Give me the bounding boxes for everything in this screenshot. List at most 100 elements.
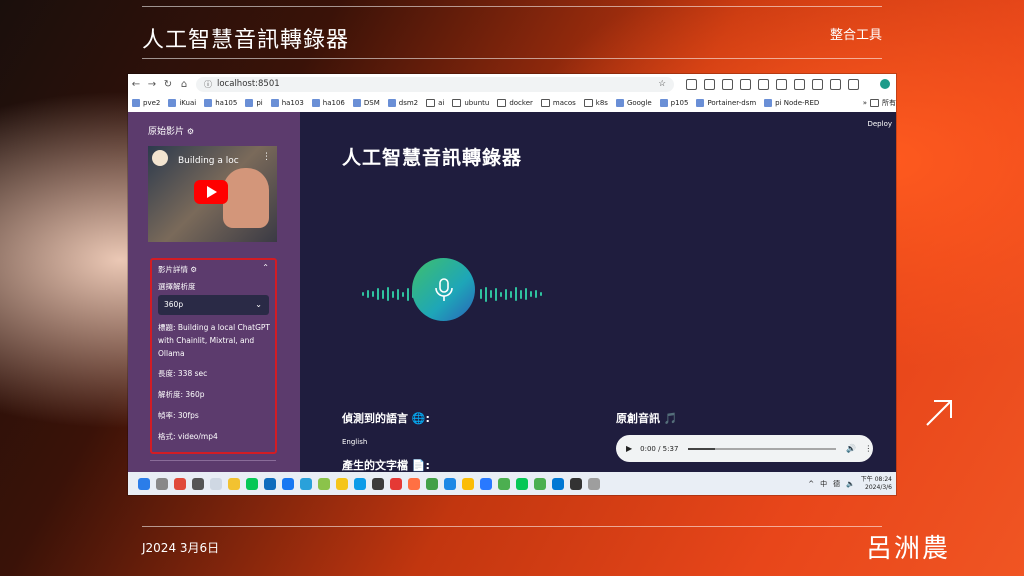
extension-icon[interactable]	[704, 78, 715, 90]
sidebar-divider	[150, 460, 276, 461]
vscode-icon[interactable]	[552, 477, 564, 490]
bookmark-folder[interactable]: ubuntu	[452, 99, 489, 107]
line-icon[interactable]	[246, 477, 258, 490]
app-icon[interactable]	[426, 477, 438, 490]
chrome-icon[interactable]	[462, 477, 474, 490]
extension-icon[interactable]	[794, 78, 805, 90]
sidebar-toggle-icon[interactable]	[848, 78, 859, 90]
deploy-button[interactable]: Deploy	[867, 120, 892, 128]
app-icon[interactable]	[480, 477, 492, 490]
video-title: Building a loc	[178, 156, 239, 166]
extension-icon[interactable]	[740, 78, 751, 90]
ime-indicator[interactable]: 德	[833, 479, 840, 489]
video-thumbnail-person	[223, 168, 269, 228]
app-icon[interactable]	[588, 477, 600, 490]
bookmark-item[interactable]: ha103	[270, 99, 304, 107]
file-explorer-icon[interactable]	[228, 477, 240, 490]
channel-avatar	[152, 150, 168, 166]
app-icon[interactable]	[498, 477, 510, 490]
windows-taskbar: ^ 中 德 🔈 下午 08:24 2024/3/6	[128, 472, 896, 495]
more-options-icon[interactable]: ⋮	[864, 444, 872, 453]
forward-icon[interactable]: →	[144, 79, 160, 90]
extension-icon[interactable]	[812, 78, 823, 90]
play-icon[interactable]: ▶	[626, 444, 632, 453]
app-icon[interactable]	[192, 477, 204, 490]
url-input[interactable]: ⓘ localhost:8501 ☆	[196, 76, 674, 92]
header-rule	[142, 58, 882, 59]
bookmark-item[interactable]: DSM	[352, 99, 380, 107]
edge-icon[interactable]	[354, 477, 366, 490]
start-icon[interactable]	[138, 477, 150, 490]
play-button[interactable]	[194, 180, 228, 204]
app-icon[interactable]	[390, 477, 402, 490]
bookmark-item[interactable]: ha105	[204, 99, 237, 107]
field-title: 標題: Building a local ChatGPT with Chainl…	[158, 323, 271, 358]
url-text: localhost:8501	[217, 79, 280, 89]
system-tray: ^ 中 德 🔈 下午 08:24 2024/3/6	[808, 476, 892, 492]
facebook-icon[interactable]	[282, 477, 294, 490]
extension-icons	[686, 78, 859, 90]
chevron-up-icon[interactable]: ⌃	[262, 263, 269, 272]
bookmark-folder[interactable]: k8s	[583, 99, 608, 107]
app-icon[interactable]	[372, 477, 384, 490]
line-icon[interactable]	[516, 477, 528, 490]
notion-icon[interactable]	[570, 477, 582, 490]
extension-icon[interactable]	[758, 78, 769, 90]
app-icon[interactable]	[336, 477, 348, 490]
extension-icon[interactable]	[722, 78, 733, 90]
app-icon[interactable]	[444, 477, 456, 490]
audio-seek-bar[interactable]	[688, 447, 837, 450]
field-framerate: 幀率: 30fps	[158, 411, 199, 420]
app-icon[interactable]	[264, 477, 276, 490]
app-icon[interactable]	[408, 477, 420, 490]
top-rule	[142, 6, 882, 7]
home-icon[interactable]: ⌂	[176, 79, 192, 90]
app-icon[interactable]	[318, 477, 330, 490]
gear-icon: ⚙	[186, 127, 195, 136]
site-info-icon[interactable]: ⓘ	[204, 79, 212, 90]
reload-icon[interactable]: ↻	[160, 79, 176, 90]
app-icon[interactable]	[300, 477, 312, 490]
back-icon[interactable]: ←	[128, 79, 144, 90]
more-options-icon[interactable]: ⋮	[262, 152, 271, 162]
ime-indicator[interactable]: 中	[820, 479, 827, 489]
extension-icon[interactable]	[686, 78, 697, 90]
weather-icon[interactable]	[210, 477, 222, 490]
bookmark-folder[interactable]: docker	[497, 99, 533, 107]
clock[interactable]: 下午 08:24 2024/3/6	[861, 476, 892, 492]
audio-time: 0:00 / 5:37	[640, 444, 679, 453]
bookmark-item[interactable]: pi Node-RED	[764, 99, 819, 107]
volume-icon[interactable]: 🔊	[846, 444, 856, 453]
slide-author: 呂洲農	[865, 534, 950, 564]
search-icon[interactable]	[156, 477, 168, 490]
resolution-select[interactable]: 360p ⌄	[158, 295, 269, 315]
extension-icon[interactable]	[776, 78, 787, 90]
chevron-up-icon[interactable]: ^	[808, 480, 814, 488]
volume-icon[interactable]: 🔈	[846, 480, 855, 488]
video-player[interactable]: Building a loc ⋮	[148, 146, 277, 242]
address-bar-row: ← → ↻ ⌂ ⓘ localhost:8501 ☆	[128, 74, 896, 94]
generated-text-label: 產生的文字檔 📄:	[342, 459, 430, 472]
bookmark-folder[interactable]: ai	[426, 99, 444, 107]
bookmark-item[interactable]: Google	[615, 99, 652, 107]
slide-date: J2024 3月6日	[142, 541, 220, 555]
bookmark-item[interactable]: ha106	[311, 99, 345, 107]
profile-avatar[interactable]	[880, 79, 890, 89]
bookmark-item[interactable]: dsm2	[387, 99, 418, 107]
bookmark-item[interactable]: p105	[659, 99, 688, 107]
details-header[interactable]: 影片詳情 ⚙	[158, 264, 197, 275]
bookmark-item[interactable]: pi	[245, 99, 263, 107]
download-icon[interactable]	[830, 78, 841, 90]
app-icon[interactable]	[174, 477, 186, 490]
footer-rule	[142, 526, 882, 527]
app-icon[interactable]	[534, 477, 546, 490]
bookmark-item[interactable]: pve2	[132, 99, 160, 107]
mic-button[interactable]	[412, 258, 475, 321]
bookmark-folder[interactable]: macos	[540, 99, 576, 107]
bookmark-item[interactable]: iKuai	[168, 99, 196, 107]
bookmarks-bar: pve2 iKuai ha105 pi ha103 ha106 DSM dsm2…	[128, 94, 896, 113]
bookmark-star-icon[interactable]: ☆	[658, 79, 666, 89]
bookmark-item[interactable]: Portainer-dsm	[696, 99, 756, 107]
bookmarks-more[interactable]: » 所有	[863, 98, 896, 108]
chevron-right-icon: »	[862, 99, 867, 107]
